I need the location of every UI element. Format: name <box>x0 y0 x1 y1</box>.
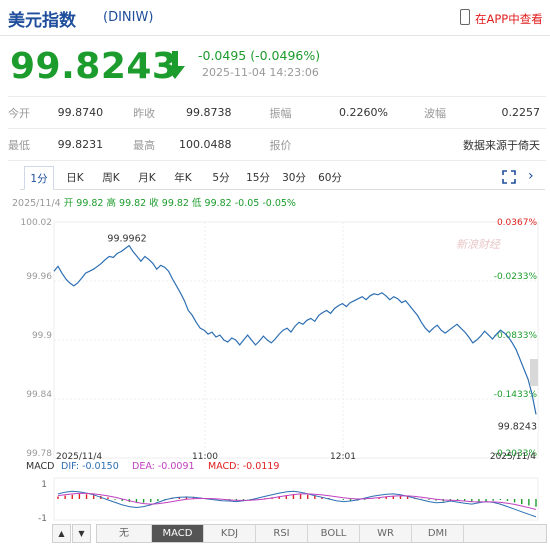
stats-table: 今开 99.8740 昨收 99.8738 振幅 0.2260% 波幅 0.22… <box>8 96 546 161</box>
tab-15min[interactable]: 15分 <box>242 166 274 190</box>
stats-row: 最低 99.8231 最高 100.0488 报价 数据来源于倚天 <box>8 128 546 161</box>
fullscreen-icon[interactable] <box>502 170 516 184</box>
stat-label: 振幅 <box>237 96 318 129</box>
tab-30min[interactable]: 30分 <box>278 166 310 190</box>
macd-value: MACD: -0.0119 <box>208 461 280 472</box>
tab-60min[interactable]: 60分 <box>314 166 346 190</box>
ohlc-info: 2025/11/4 开 99.82 高 99.82 收 99.82 低 99.8… <box>12 195 296 209</box>
app-link[interactable]: 在APP中查看 <box>475 11 543 27</box>
tab-weekly-k[interactable]: 周K <box>96 166 126 190</box>
y-tick-label: 99.84 <box>26 390 52 400</box>
price-chart: 新浪财经 100.02 99.96 99.9 99.84 99.78 0.0367% -0… <box>21 218 539 462</box>
stat-value: 0.2257 <box>454 96 546 129</box>
scroll-handle[interactable] <box>530 359 538 386</box>
y-right-tick-label: -0.0833% <box>494 331 538 341</box>
stat-value: 99.8231 <box>57 128 110 161</box>
y-tick-label: 99.78 <box>26 449 52 459</box>
y-axis-ticks: 100.02 99.96 99.9 99.84 99.78 <box>21 218 53 459</box>
scroll-left-button[interactable]: ▲ <box>52 524 71 543</box>
data-source-note: 数据来源于倚天 <box>454 128 546 161</box>
info-date: 2025/11/4 <box>12 198 61 209</box>
stat-label: 最低 <box>8 128 58 161</box>
macd-bars <box>57 493 537 507</box>
info-high: 高 99.82 <box>106 198 147 209</box>
indicator-kdj[interactable]: KDJ <box>204 525 256 542</box>
macd-tick-bottom: -1 <box>38 514 47 522</box>
stat-label: 报价 <box>237 128 318 161</box>
watermark: 新浪财经 <box>456 238 501 251</box>
price-change: -0.0495 (-0.0496%) <box>198 48 321 63</box>
indicator-macd[interactable]: MACD <box>152 525 204 542</box>
indicator-boll[interactable]: BOLL <box>308 525 360 542</box>
y-right-tick-label: -0.0233% <box>494 272 538 282</box>
y-tick-label: 100.02 <box>21 218 53 228</box>
indicator-none[interactable]: 无 <box>97 525 152 542</box>
info-low: 低 99.82 <box>192 198 232 209</box>
dea-value: DEA: -0.0091 <box>132 461 195 472</box>
y-tick-label: 99.96 <box>26 272 52 282</box>
indicator-tabs: 无 MACD KDJ RSI BOLL WR DMI <box>96 524 547 543</box>
high-label: 99.9962 <box>107 234 146 245</box>
info-open: 开 99.82 <box>63 198 104 209</box>
tab-1min[interactable]: 1分 <box>24 166 54 190</box>
stats-row: 今开 99.8740 昨收 99.8738 振幅 0.2260% 波幅 0.22… <box>8 96 546 129</box>
indicator-dmi[interactable]: DMI <box>412 525 464 542</box>
info-change: -0.05 -0.05% <box>234 198 296 209</box>
indicator-blank <box>464 525 546 542</box>
stat-value <box>317 128 394 161</box>
stat-label: 昨收 <box>109 96 180 129</box>
y-tick-label: 99.9 <box>32 331 52 341</box>
stat-value: 100.0488 <box>179 128 238 161</box>
macd-legend: MACD DIF: -0.0150 DEA: -0.0091 MACD: -0.… <box>0 461 550 475</box>
tab-daily-k[interactable]: 日K <box>60 166 90 190</box>
stat-label: 最高 <box>109 128 180 161</box>
stat-value: 0.2260% <box>317 96 394 129</box>
page-title: 美元指数 <box>8 11 76 31</box>
tab-monthly-k[interactable]: 月K <box>132 166 162 190</box>
stat-value: 99.8738 <box>179 96 238 129</box>
price-line <box>53 244 537 415</box>
phone-icon <box>460 9 470 25</box>
dif-line <box>57 490 537 518</box>
symbol-code: (DINIW) <box>103 10 154 25</box>
indicator-wr[interactable]: WR <box>360 525 412 542</box>
tab-5min[interactable]: 5分 <box>206 166 236 190</box>
chart-grid <box>53 221 539 459</box>
stat-label: 今开 <box>8 96 58 129</box>
indicator-rsi[interactable]: RSI <box>256 525 308 542</box>
stat-label: 波幅 <box>393 96 455 129</box>
macd-title: MACD <box>26 461 55 472</box>
quote-time: 2025-11-04 14:23:06 <box>202 66 319 79</box>
info-close: 收 99.82 <box>149 198 189 209</box>
tab-yearly-k[interactable]: 年K <box>168 166 198 190</box>
next-icon[interactable]: › <box>528 168 534 184</box>
period-tabs: 1分 日K 周K 月K 年K 5分 15分 30分 60分 <box>20 166 545 190</box>
current-price: 99.8243 <box>10 46 178 87</box>
macd-tick-top: 1 <box>41 480 47 490</box>
stat-label <box>393 128 455 161</box>
scroll-right-button[interactable]: ▼ <box>72 524 91 543</box>
down-arrow-icon <box>165 51 185 79</box>
macd-chart: 1 -1 <box>38 477 539 522</box>
last-price-label: 99.8243 <box>498 421 537 432</box>
y-right-tick-label: 0.0367% <box>497 218 537 228</box>
stat-value: 99.8740 <box>57 96 110 129</box>
dif-value: DIF: -0.0150 <box>61 461 119 472</box>
